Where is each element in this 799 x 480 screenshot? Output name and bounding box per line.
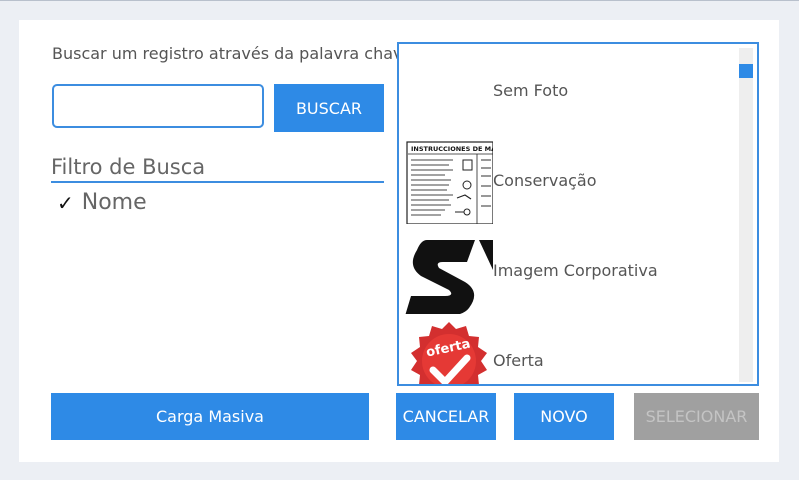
search-input[interactable]	[52, 84, 264, 128]
scrollbar-thumb[interactable]	[739, 64, 753, 78]
filter-option-nome[interactable]: ✓ Nome	[57, 190, 147, 215]
list-item-label: Imagem Corporativa	[493, 260, 658, 280]
search-button[interactable]: BUSCAR	[274, 84, 384, 132]
scrollbar[interactable]	[739, 48, 753, 382]
window-top-border	[0, 0, 799, 1]
select-button[interactable]: SELECIONAR	[634, 393, 759, 440]
list-item[interactable]: oferta Oferta	[405, 316, 735, 384]
filter-option-label: Nome	[81, 190, 147, 215]
check-icon: ✓	[57, 190, 74, 215]
record-list[interactable]: Sem Foto INSTRUCCIONES DE MA Conservação…	[397, 42, 759, 386]
new-button[interactable]: NOVO	[514, 393, 614, 440]
svg-text:INSTRUCCIONES DE MA: INSTRUCCIONES DE MA	[411, 145, 493, 153]
corporate-logo-thumbnail	[405, 230, 493, 314]
bulk-load-button[interactable]: Carga Masiva	[51, 393, 369, 440]
list-item-label: Sem Foto	[493, 80, 569, 100]
list-item-label: Conservação	[493, 170, 597, 190]
instructions-sheet-thumbnail: INSTRUCCIONES DE MA	[405, 140, 493, 224]
list-item[interactable]: Imagem Corporativa	[405, 226, 735, 314]
search-label: Buscar um registro através da palavra ch…	[52, 44, 413, 63]
list-item-label: Oferta	[493, 350, 544, 370]
empty-thumbnail	[405, 50, 493, 134]
oferta-seal-thumbnail: oferta	[405, 320, 493, 384]
list-item[interactable]: Sem Foto	[405, 46, 735, 134]
list-item[interactable]: INSTRUCCIONES DE MA Conservação	[405, 136, 735, 224]
cancel-button[interactable]: CANCELAR	[396, 393, 496, 440]
filter-title: Filtro de Busca	[51, 155, 384, 183]
search-dialog: Buscar um registro através da palavra ch…	[19, 20, 779, 462]
